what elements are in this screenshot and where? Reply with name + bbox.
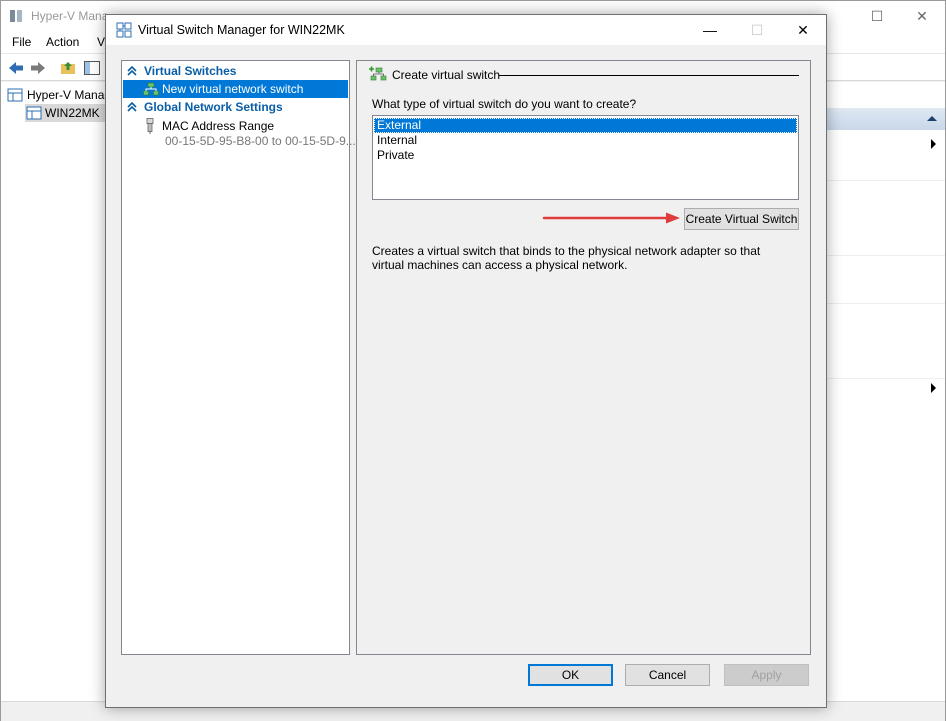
hyperv-app-icon [10, 10, 22, 22]
network-adapter-icon [146, 118, 154, 134]
dialog-titlebar: Virtual Switch Manager for WIN22MK — ☐ ✕ [106, 15, 826, 45]
network-switch-icon [143, 82, 159, 96]
create-virtual-switch-pane: Create virtual switch What type of virtu… [356, 60, 811, 655]
virtual-switch-manager-dialog: Virtual Switch Manager for WIN22MK — ☐ ✕… [105, 14, 827, 708]
add-network-switch-icon [369, 66, 387, 81]
hyperv-actions-pane [827, 82, 945, 701]
navigation-pane: Virtual Switches New virtual network swi… [121, 60, 356, 655]
forward-arrow-icon[interactable] [29, 59, 47, 77]
actions-separator [827, 303, 945, 304]
ok-button[interactable]: OK [528, 664, 613, 686]
new-virtual-network-switch-label: New virtual network switch [162, 82, 304, 96]
tree-server-label: WIN22MK [45, 106, 100, 120]
dialog-maximize-button: ☐ [750, 22, 764, 38]
double-chevron-up-icon [127, 66, 137, 76]
collapse-up-icon [927, 116, 937, 121]
switch-type-option-private[interactable]: Private [374, 148, 797, 163]
hyperv-window-title: Hyper-V Mana [31, 9, 109, 23]
virtual-switches-header-label: Virtual Switches [144, 64, 237, 78]
hyperv-manager-icon [7, 88, 23, 102]
submenu-arrow-icon[interactable] [931, 139, 936, 149]
annotation-red-arrow [542, 212, 680, 224]
hyperv-tree-pane: Hyper-V Manag WIN22MK [1, 82, 111, 701]
mac-address-range-value: 00-15-5D-95-B8-00 to 00-15-5D-9... [165, 134, 356, 148]
tree-hyperv-manager[interactable]: Hyper-V Manag [7, 86, 111, 104]
hyperv-maximize-button[interactable]: ☐ [854, 1, 900, 31]
menu-action[interactable]: Action [46, 35, 79, 49]
switch-type-description: Creates a virtual switch that binds to t… [372, 244, 761, 272]
mac-address-range-label: MAC Address Range [162, 119, 275, 133]
actions-separator [827, 378, 945, 379]
actions-header[interactable] [827, 108, 945, 130]
up-folder-icon[interactable] [59, 59, 77, 77]
dialog-title: Virtual Switch Manager for WIN22MK [138, 23, 345, 37]
heading-rule [499, 75, 799, 76]
actions-separator [827, 255, 945, 256]
create-virtual-switch-button[interactable]: Create Virtual Switch [684, 208, 799, 230]
tree-server-win22mk[interactable]: WIN22MK [25, 104, 107, 122]
actions-separator [827, 180, 945, 181]
switch-type-option-external[interactable]: External [374, 118, 797, 133]
switch-type-question: What type of virtual switch do you want … [372, 97, 637, 111]
tree-hyperv-manager-label: Hyper-V Manag [27, 88, 112, 102]
hyperv-close-button[interactable]: ✕ [899, 1, 945, 31]
dialog-minimize-button[interactable]: — [687, 15, 733, 45]
global-network-settings-header-label: Global Network Settings [144, 100, 283, 114]
switch-type-listbox[interactable]: External Internal Private [372, 115, 799, 200]
global-network-settings-header[interactable]: Global Network Settings [123, 99, 348, 116]
create-virtual-switch-heading: Create virtual switch [392, 68, 501, 82]
server-icon [26, 106, 42, 120]
menu-file[interactable]: File [12, 35, 31, 49]
show-hide-tree-icon[interactable] [83, 59, 101, 77]
mac-address-range-item[interactable]: MAC Address Range [123, 118, 348, 134]
double-chevron-up-icon [127, 102, 137, 112]
virtual-switch-manager-icon [116, 22, 132, 38]
apply-button: Apply [724, 664, 809, 686]
new-virtual-network-switch-item[interactable]: New virtual network switch [123, 80, 348, 98]
cancel-button[interactable]: Cancel [625, 664, 710, 686]
back-arrow-icon[interactable] [7, 59, 25, 77]
dialog-close-button[interactable]: ✕ [780, 15, 826, 45]
virtual-switches-header[interactable]: Virtual Switches [123, 63, 348, 80]
submenu-arrow-icon[interactable] [931, 383, 936, 393]
switch-type-option-internal[interactable]: Internal [374, 133, 797, 148]
